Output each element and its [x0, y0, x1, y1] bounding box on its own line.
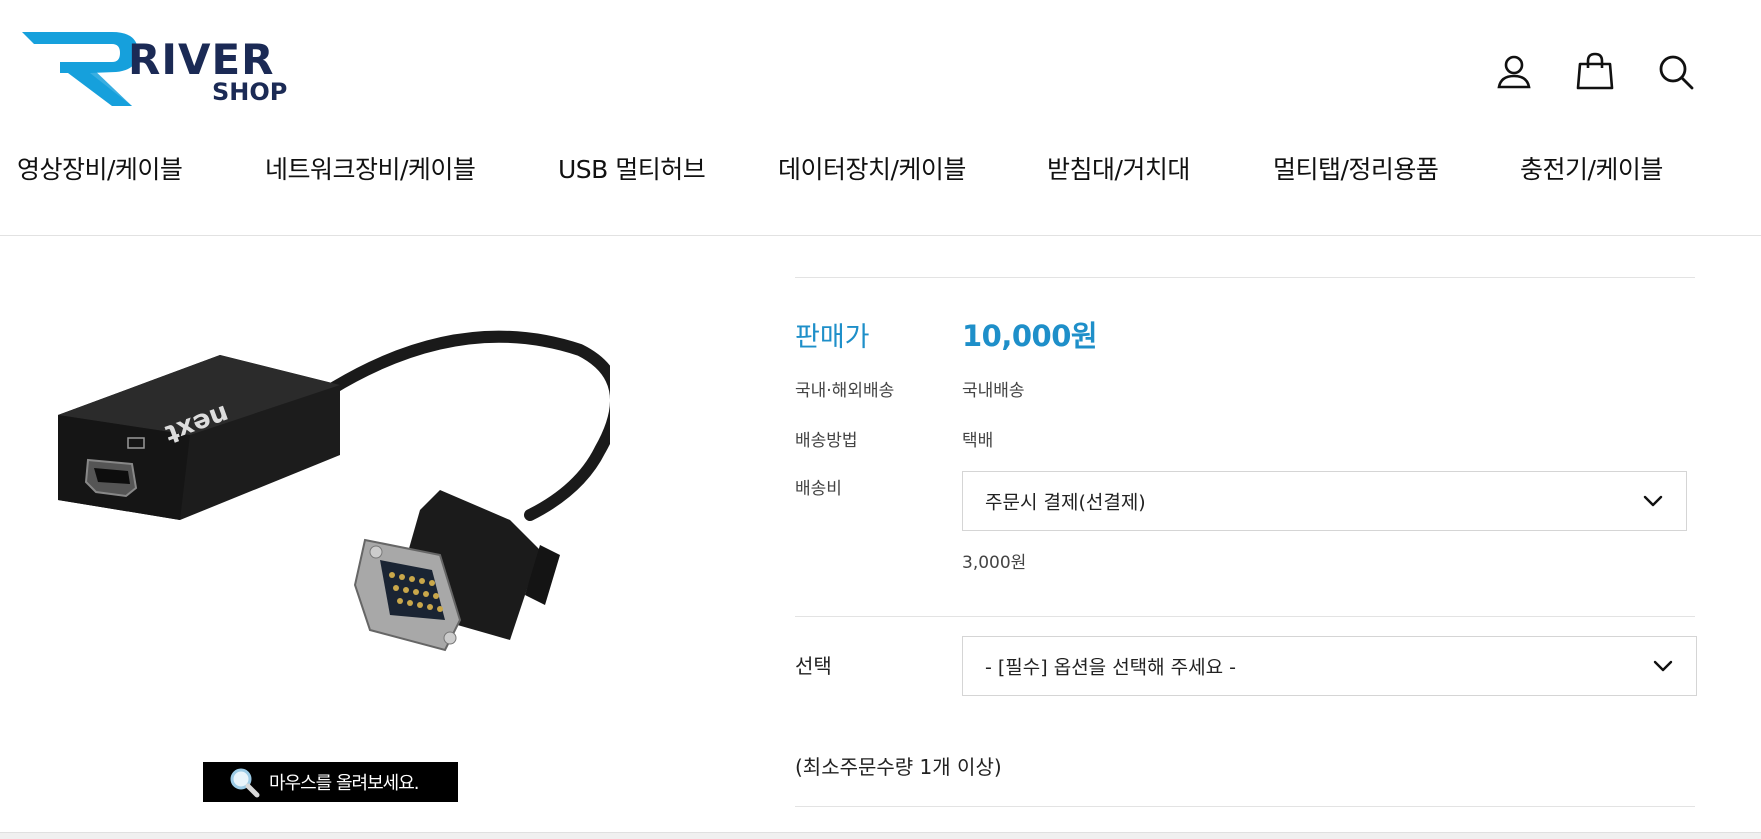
- divider-middle: [795, 616, 1695, 617]
- nav-item-data-device[interactable]: 데이터장치/케이블: [778, 150, 966, 186]
- shipping-region-value: 국내배송: [962, 381, 1025, 401]
- shipping-region-label: 국내·해외배송: [795, 381, 895, 401]
- river-shop-logo[interactable]: RIVER SHOP: [20, 26, 320, 112]
- category-nav: 영상장비/케이블 네트워크장비/케이블 USB 멀티허브 데이터장치/케이블 받…: [0, 150, 1761, 196]
- price-value: 10,000원: [962, 319, 1098, 353]
- nav-item-charger[interactable]: 충전기/케이블: [1520, 150, 1663, 186]
- zoom-hint-banner[interactable]: 마우스를 올려보세요.: [203, 762, 458, 802]
- site-header: RIVER SHOP 영상장비/케이블 네트워크장비/케이블 USB 멀티허브 …: [0, 0, 1761, 236]
- shipping-method-label: 배송방법: [795, 431, 858, 451]
- nav-item-video[interactable]: 영상장비/케이블: [17, 150, 183, 186]
- divider-bottom: [795, 806, 1695, 807]
- logo-text-sub: SHOP: [212, 78, 287, 106]
- shopping-bag-icon[interactable]: [1573, 50, 1617, 94]
- user-icon[interactable]: [1492, 50, 1536, 94]
- shipping-fee-label: 배송비: [795, 479, 842, 499]
- nav-item-usb-hub[interactable]: USB 멀티허브: [558, 150, 706, 186]
- adapter-body: next: [58, 355, 340, 520]
- option-select-placeholder: - [필수] 옵션을 선택해 주세요 -: [985, 656, 1237, 679]
- price-label: 판매가: [795, 322, 870, 353]
- nav-item-stand[interactable]: 받침대/거치대: [1047, 150, 1190, 186]
- nav-item-network[interactable]: 네트워크장비/케이블: [265, 150, 476, 186]
- chevron-down-icon: [1643, 495, 1663, 507]
- shipping-fee-amount: 3,000원: [962, 553, 1027, 573]
- product-info: 판매가 10,000원 국내·해외배송 국내배송 배송방법 택배 배송비 주문시…: [795, 236, 1697, 836]
- divider-top: [795, 277, 1695, 278]
- option-label: 선택: [795, 654, 832, 678]
- nav-item-multitap[interactable]: 멀티탭/정리용품: [1273, 150, 1439, 186]
- search-icon[interactable]: [1654, 50, 1698, 94]
- option-select[interactable]: - [필수] 옵션을 선택해 주세요 -: [962, 636, 1697, 696]
- chevron-down-icon: [1653, 660, 1673, 672]
- shipping-method-value: 택배: [962, 431, 994, 451]
- product-image[interactable]: next: [40, 320, 622, 670]
- logo-text-main: RIVER: [128, 35, 275, 84]
- min-order-note: (최소주문수량 1개 이상): [795, 755, 1002, 779]
- shipping-fee-select[interactable]: 주문시 결제(선결제): [962, 471, 1687, 531]
- shipping-fee-select-value: 주문시 결제(선결제): [985, 491, 1146, 514]
- zoom-hint-text: 마우스를 올려보세요.: [269, 773, 419, 794]
- magnifier-icon: [230, 768, 260, 798]
